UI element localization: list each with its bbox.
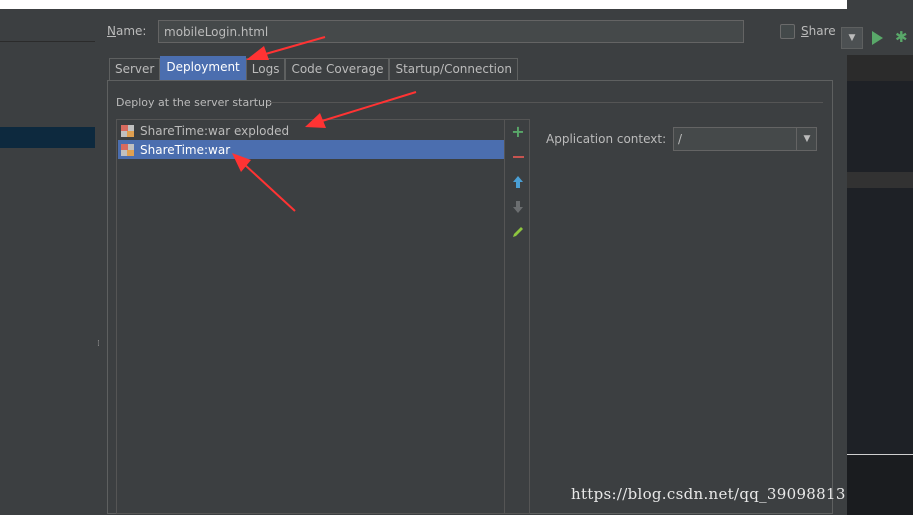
move-down-icon[interactable]: [511, 200, 525, 214]
configurations-tree-panel: [0, 9, 96, 514]
config-tabs: Server Deployment Logs Code Coverage Sta…: [109, 56, 518, 81]
edit-icon[interactable]: [511, 225, 525, 239]
editor-body: [847, 81, 913, 454]
tab-server[interactable]: Server: [109, 58, 161, 80]
artifact-list[interactable]: ShareTime:war exploded ShareTime:war: [116, 119, 505, 514]
artifact-icon: [121, 143, 135, 157]
top-edge: [0, 0, 847, 9]
run-icon[interactable]: [872, 31, 883, 45]
name-field[interactable]: [158, 20, 744, 43]
artifact-label: ShareTime:war exploded: [140, 123, 290, 138]
artifact-icon: [121, 124, 135, 138]
remove-icon[interactable]: [511, 150, 525, 164]
splitter-grip-icon[interactable]: ⁞: [97, 340, 101, 358]
artifact-label: ShareTime:war: [140, 142, 231, 157]
share-label[interactable]: Share: [801, 24, 836, 38]
section-divider: [267, 102, 823, 103]
name-label: Name:: [107, 24, 147, 38]
share-checkbox[interactable]: [780, 24, 795, 39]
editor-bottom-panel: [847, 454, 913, 515]
chevron-down-icon[interactable]: ▼: [796, 128, 817, 150]
tab-code-coverage[interactable]: Code Coverage: [285, 58, 390, 80]
move-up-icon[interactable]: [511, 175, 525, 189]
tab-startup-connection[interactable]: Startup/Connection: [389, 58, 518, 80]
add-icon[interactable]: +: [511, 124, 525, 140]
list-item[interactable]: ShareTime:war exploded: [118, 121, 504, 140]
configurations-tree-selected-item[interactable]: [0, 127, 95, 148]
deploy-section-title: Deploy at the server startup: [116, 96, 273, 109]
panel-splitter[interactable]: [95, 9, 107, 514]
debug-icon[interactable]: ✱: [895, 30, 910, 45]
editor-current-line: [847, 172, 913, 188]
tab-deployment[interactable]: Deployment: [160, 56, 246, 80]
tab-logs[interactable]: Logs: [245, 58, 286, 80]
application-context-value[interactable]: /: [678, 132, 682, 146]
watermark: https://blog.csdn.net/qq_39098813: [571, 485, 846, 503]
application-context-label: Application context:: [546, 132, 667, 146]
list-item[interactable]: ShareTime:war: [118, 140, 504, 159]
configurations-tree-header: [0, 9, 95, 42]
run-config-dropdown-icon[interactable]: ▼: [841, 27, 863, 49]
